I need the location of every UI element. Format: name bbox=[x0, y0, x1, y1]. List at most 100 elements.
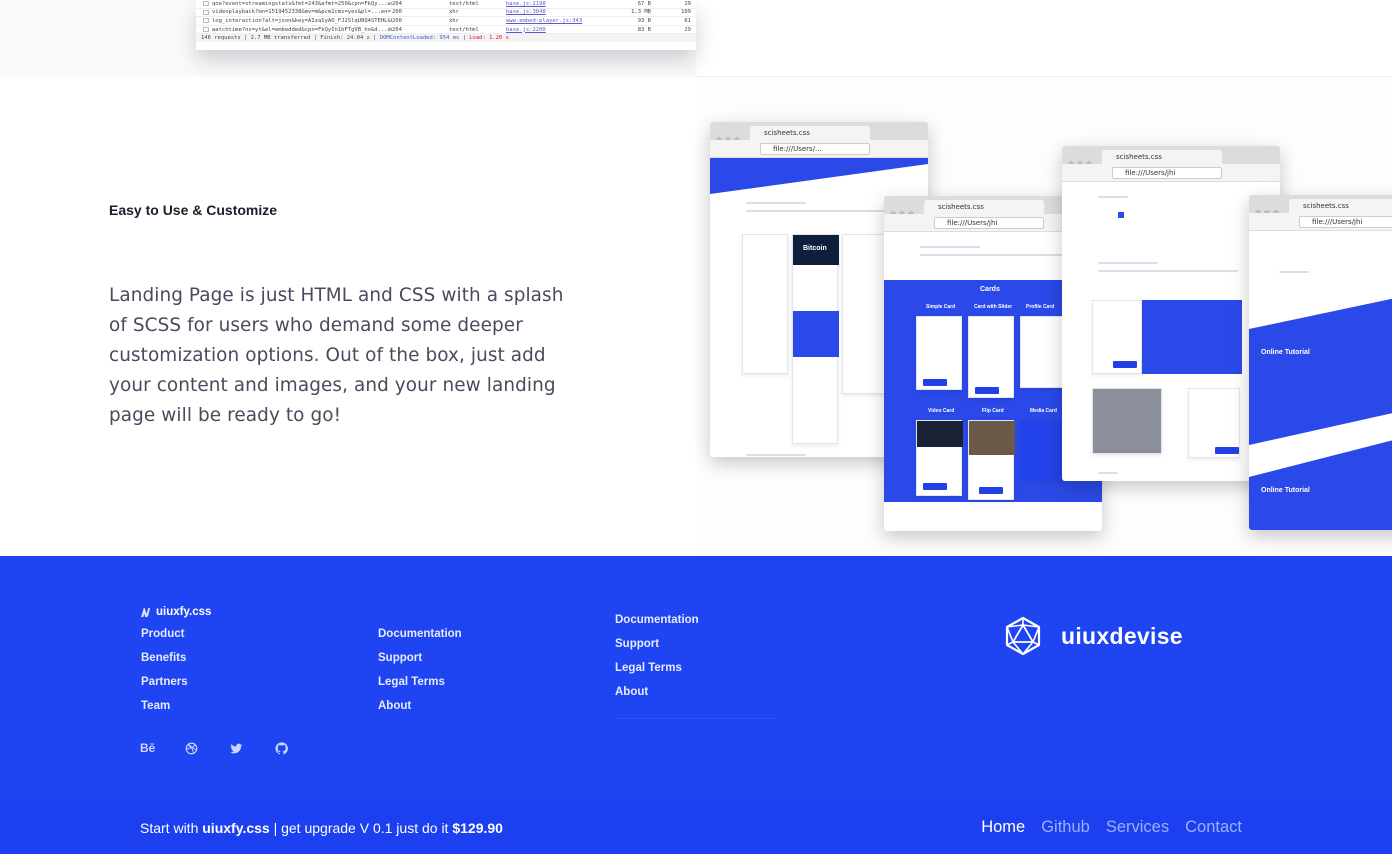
request-time: 61 bbox=[684, 17, 691, 24]
request-type: xhr bbox=[449, 9, 459, 16]
request-size: 1.3 MB bbox=[631, 9, 651, 16]
devtools-row: watchtime?ns=yt&el=embedded&cpn=FkQyIn1b… bbox=[196, 26, 696, 35]
footer-link-legal-terms[interactable]: Legal Terms bbox=[615, 661, 699, 685]
blue-diagonal-shapes bbox=[1249, 298, 1392, 530]
browser-content: Online Tutorial Online Tutorial bbox=[1249, 231, 1392, 530]
browser-mockup-3: scisheets.css file:///Users/jhi bbox=[1062, 146, 1280, 481]
card-title: Video Card bbox=[928, 408, 955, 414]
footer-link-partners[interactable]: Partners bbox=[141, 675, 188, 699]
bottom-nav: Home Github Services Contact bbox=[981, 818, 1242, 837]
request-status: 204 bbox=[392, 0, 402, 7]
footer-link-legal-terms[interactable]: Legal Terms bbox=[378, 675, 462, 699]
footer-link-support[interactable]: Support bbox=[615, 637, 699, 661]
footer-link-about[interactable]: About bbox=[378, 699, 462, 723]
top-strip: qoe?event=streamingstats&fmt=243&afmt=25… bbox=[0, 0, 1392, 77]
nav-contact[interactable]: Contact bbox=[1185, 818, 1242, 837]
mini-card bbox=[1188, 388, 1240, 458]
browser-tab: scisheets.css bbox=[1102, 150, 1222, 164]
brand-logo-icon bbox=[141, 607, 151, 617]
footer-link-team[interactable]: Team bbox=[141, 699, 188, 723]
request-type: text/html bbox=[449, 26, 479, 33]
browser-tab: scisheets.css bbox=[924, 200, 1044, 214]
page: qoe?event=streamingstats&fmt=243&afmt=25… bbox=[0, 0, 1392, 854]
devtools-row: videoplayback?mn=1519452338&mv=m&pcm2cms… bbox=[196, 9, 696, 18]
request-initiator: base.js:2198 bbox=[506, 0, 546, 7]
tutorial-title: Online Tutorial bbox=[1261, 487, 1310, 494]
blue-hero-shape bbox=[710, 158, 928, 194]
mini-card bbox=[1020, 316, 1066, 388]
mini-card bbox=[742, 234, 788, 374]
request-initiator: base.js:2200 bbox=[506, 26, 546, 33]
github-icon[interactable] bbox=[275, 740, 320, 756]
footer-column-3: Documentation Support Legal Terms About bbox=[615, 613, 699, 709]
footer-brand[interactable]: uiuxfy.css bbox=[141, 606, 211, 618]
browser-url: file:///Users/jhi bbox=[1112, 167, 1222, 179]
mini-card bbox=[916, 420, 963, 496]
footer-link-documentation[interactable]: Documentation bbox=[615, 613, 699, 637]
devtools-status-bar: 146 requests | 2.7 MB transferred | Fini… bbox=[196, 34, 696, 43]
mini-card bbox=[1092, 300, 1142, 374]
mini-card bbox=[1020, 420, 1066, 480]
browser-urlbar: file:///Users/... bbox=[710, 140, 928, 158]
card-title: Media Card bbox=[1030, 408, 1057, 414]
upgrade-prefix: Start with bbox=[140, 820, 203, 836]
nav-services[interactable]: Services bbox=[1106, 818, 1169, 837]
upgrade-message: Start with uiuxfy.css | get upgrade V 0.… bbox=[140, 820, 503, 836]
request-name: qoe?event=streamingstats&fmt=243&afmt=25… bbox=[212, 0, 392, 7]
icosahedron-logo-icon bbox=[1005, 616, 1041, 656]
request-name: videoplayback?mn=1519452338&mv=m&pcm2cms… bbox=[212, 9, 392, 16]
devtools-network-screenshot: qoe?event=streamingstats&fmt=243&afmt=25… bbox=[196, 0, 696, 50]
footer-logo[interactable]: uiuxdevise bbox=[1003, 616, 1183, 656]
twitter-icon[interactable] bbox=[230, 740, 275, 756]
footer-link-documentation[interactable]: Documentation bbox=[378, 627, 462, 651]
request-name: log_interaction?alt=json&key=AIzaSyAO_FJ… bbox=[212, 17, 392, 24]
bitcoin-label: Bitcoin bbox=[803, 245, 827, 252]
footer-link-about[interactable]: About bbox=[615, 685, 699, 709]
request-status: 204 bbox=[392, 26, 402, 33]
status-load: Load: 1.20 s bbox=[469, 35, 509, 42]
browser-url: file:///Users/... bbox=[760, 143, 870, 155]
nav-github[interactable]: Github bbox=[1041, 818, 1090, 837]
request-time: 109 bbox=[681, 9, 691, 16]
card-title: Profile Card bbox=[1026, 304, 1055, 310]
feature-title: Easy to Use & Customize bbox=[109, 202, 278, 218]
feature-description: Landing Page is just HTML and CSS with a… bbox=[109, 285, 564, 426]
browser-urlbar: file:///Users/jhi bbox=[1249, 213, 1392, 231]
browser-tabbar: scisheets.css bbox=[710, 122, 928, 143]
request-time: 29 bbox=[684, 26, 691, 33]
mini-card bbox=[1092, 388, 1162, 454]
browser-url: file:///Users/jhi bbox=[1299, 216, 1392, 228]
mini-card bbox=[842, 234, 888, 394]
cards-heading: Cards bbox=[980, 286, 1000, 293]
browser-tab: scisheets.css bbox=[1289, 199, 1392, 213]
mini-card bbox=[968, 316, 1014, 398]
request-initiator: base.js:3048 bbox=[506, 9, 546, 16]
browser-tabbar: scisheets.css bbox=[1249, 195, 1392, 216]
footer-link-product[interactable]: Product bbox=[141, 627, 188, 651]
request-size: 93 B bbox=[637, 17, 651, 24]
status-dom-loaded: DOMContentLoaded: 954 ms bbox=[379, 35, 460, 42]
browser-mockup-4: scisheets.css file:///Users/jhi Online T… bbox=[1249, 195, 1392, 530]
mini-card: Bitcoin bbox=[792, 234, 839, 444]
dribbble-icon[interactable] bbox=[185, 740, 230, 756]
upgrade-product: uiuxfy.css bbox=[202, 820, 270, 836]
request-size: 67 B bbox=[637, 0, 651, 7]
upgrade-price: $129.90 bbox=[452, 820, 503, 836]
footer-column-1: Product Benefits Partners Team bbox=[141, 627, 188, 723]
devtools-row: log_interaction?alt=json&key=AIzaSyAO_FJ… bbox=[196, 17, 696, 26]
behance-icon[interactable]: Bē bbox=[140, 740, 185, 756]
request-status: 200 bbox=[392, 17, 402, 24]
nav-home[interactable]: Home bbox=[981, 818, 1025, 837]
bottom-bar: Start with uiuxfy.css | get upgrade V 0.… bbox=[0, 801, 1392, 854]
browser-content bbox=[1062, 182, 1280, 481]
mini-card bbox=[968, 420, 1015, 500]
row-file-icon bbox=[203, 9, 209, 15]
footer-link-benefits[interactable]: Benefits bbox=[141, 651, 188, 675]
footer-divider bbox=[615, 718, 777, 719]
footer: uiuxfy.css Product Benefits Partners Tea… bbox=[0, 556, 1392, 801]
row-file-icon bbox=[203, 1, 209, 7]
top-right-background bbox=[696, 0, 1392, 77]
request-name: watchtime?ns=yt&el=embedded&cpn=FkQyIn1b… bbox=[212, 26, 392, 33]
footer-link-support[interactable]: Support bbox=[378, 651, 462, 675]
social-links: Bē bbox=[140, 740, 320, 756]
